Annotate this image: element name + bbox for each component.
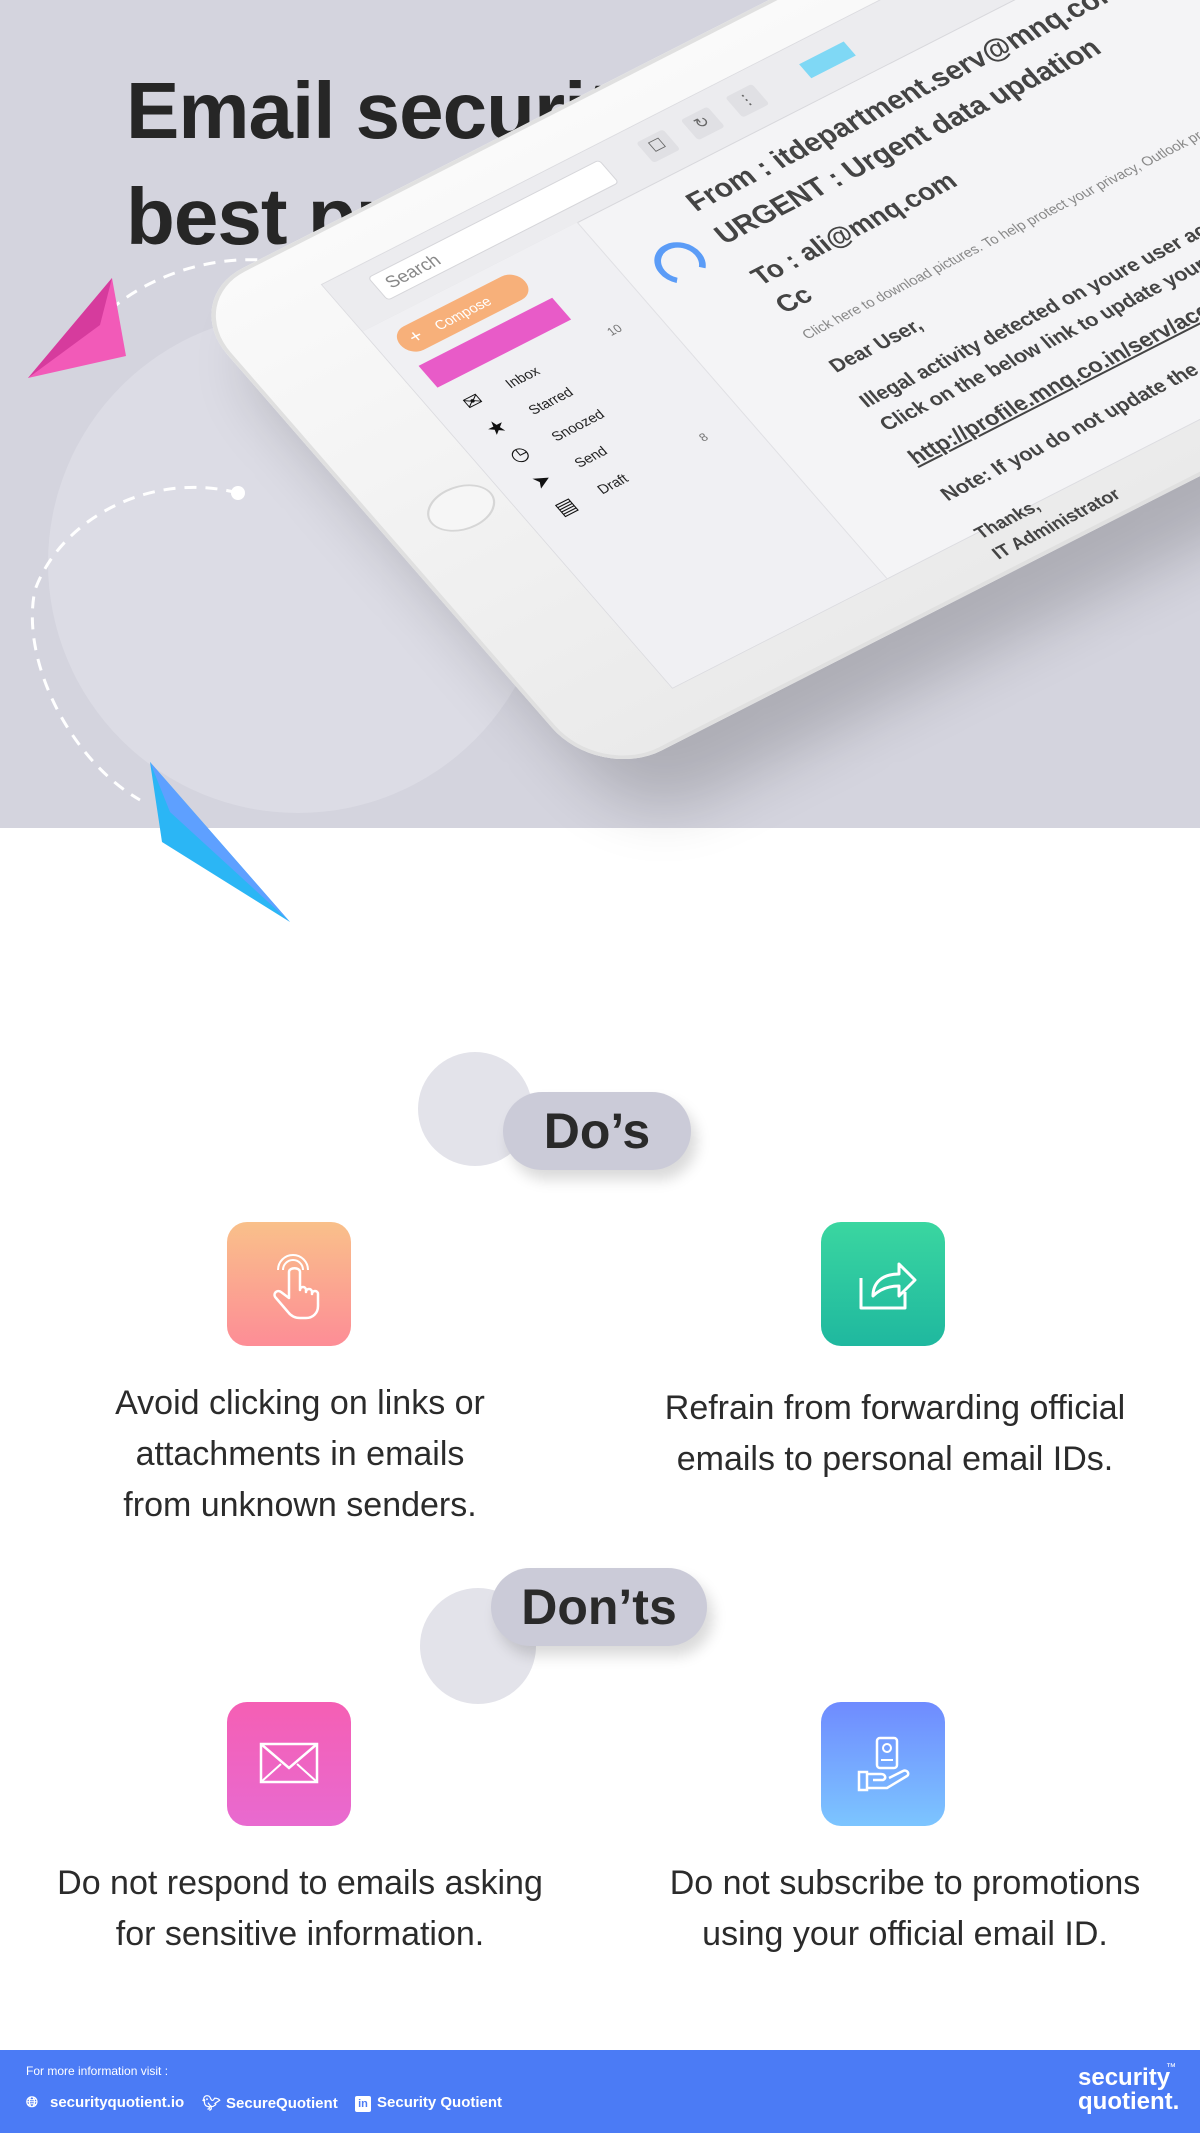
draft-icon: ▤ [550,494,583,521]
tip-line: Do not respond to emails asking [57,1864,543,1902]
linkedin-icon: in [355,2096,371,2112]
tip-line: Do not subscribe to promotions [669,1864,1141,1902]
refresh-icon[interactable]: ↻ [680,106,725,141]
dos-heading: Do’s [503,1092,691,1170]
folder-label: Send [570,443,611,471]
footer-bar: For more information visit : 🌐︎ securityq… [0,2050,1200,2133]
donts-tip-1: Do not respond to emails asking for sens… [40,1858,560,1960]
trademark-symbol: ™ [1166,2062,1176,2073]
tip-line: emails to personal email IDs. [676,1440,1114,1478]
twitter-label: SecureQuotient [226,2095,338,2112]
twitter-link[interactable]: 🐦︎ SecureQuotient [202,2094,338,2112]
compose-label: Compose [430,293,495,333]
tip-line: for sensitive information. [115,1915,485,1953]
dos-tile-1 [227,1222,351,1346]
more-options-icon[interactable]: ⋮ [725,83,770,118]
folder-label: Inbox [501,363,543,392]
send-icon: ➤ [527,468,558,494]
donts-heading: Don’ts [491,1568,707,1646]
plus-icon: + [403,325,429,348]
hand-card-icon [857,1736,910,1792]
email-cc: Cc [768,280,819,319]
email-client-screen: Search ☐ ↻ ⋮ + Compose ✉ Inbox 10 ★ Star… [320,0,1200,689]
dos-tip-2: Refrain from forwarding official emails … [640,1383,1150,1485]
tablet-mockup: Search ☐ ↻ ⋮ + Compose ✉ Inbox 10 ★ Star… [0,0,1200,1100]
website-label: securityquotient.io [50,2094,185,2111]
forward-share-icon [859,1262,917,1310]
folder-count: 10 [603,321,626,339]
tip-line: using your official email ID. [702,1915,1108,1953]
linkedin-label: Security Quotient [377,2094,503,2111]
home-button[interactable] [415,474,507,542]
folder-label: Draft [593,470,632,497]
tip-line: from unknown senders. [123,1486,477,1524]
donts-tip-2: Do not subscribe to promotions using you… [640,1858,1170,1960]
envelope-icon [259,1742,319,1784]
donts-tile-1 [227,1702,351,1826]
linkedin-link[interactable]: in Security Quotient [355,2094,502,2112]
tip-line: Avoid clicking on links or [115,1384,485,1422]
dos-tile-2 [821,1222,945,1346]
tablet-device: Search ☐ ↻ ⋮ + Compose ✉ Inbox 10 ★ Star… [180,0,1200,783]
brand-line: quotient. [1078,2088,1180,2115]
globe-icon: 🌐︎ [26,2094,39,2111]
inbox-icon: ✉ [458,389,489,415]
select-checkbox-icon[interactable]: ☐ [636,129,681,164]
star-icon: ★ [481,415,513,441]
tip-line: attachments in emails [135,1435,465,1473]
clock-icon: ◷ [504,442,535,468]
donts-tile-2 [821,1702,945,1826]
twitter-bird-icon: 🐦︎ [202,2095,222,2112]
folder-count: 8 [695,430,712,445]
tap-hand-icon [273,1254,320,1320]
dos-tip-1: Avoid clicking on links or attachments i… [80,1378,520,1531]
more-info-label: For more information visit : [26,2064,169,2078]
sender-avatar-icon [644,234,717,292]
brand-line: security [1078,2064,1171,2091]
security-quotient-logo: security quotient. [1078,2066,1179,2114]
tip-line: Refrain from forwarding official [664,1389,1126,1427]
website-link[interactable]: 🌐︎ securityquotient.io [26,2094,184,2111]
cyan-highlight [799,41,856,79]
